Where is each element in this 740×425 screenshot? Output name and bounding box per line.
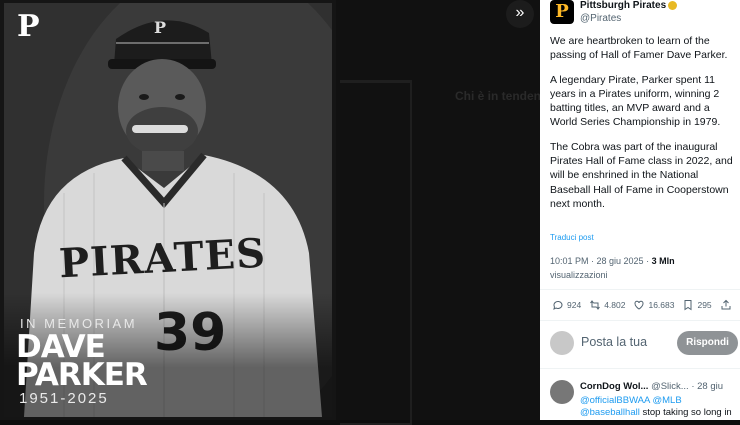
reply-action[interactable]: 924: [552, 299, 581, 311]
reply-count: 924: [567, 300, 582, 310]
comment-body: stop taking so long in: [639, 407, 732, 418]
views-label: visualizzazioni: [550, 270, 608, 280]
share-action[interactable]: [720, 299, 732, 311]
svg-text:P: P: [154, 18, 166, 37]
like-count: 16.683: [648, 300, 675, 310]
comment-handle[interactable]: @Slick...: [651, 381, 689, 392]
comment-mentions[interactable]: @officialBBWAA @MLB: [580, 395, 682, 406]
views-count: 3 Mln: [651, 256, 675, 266]
repost-icon: [590, 300, 601, 310]
comment-header: CornDog Wol... @Slick... · 28 giu: [580, 381, 723, 392]
tweet-paragraph: A legendary Pirate, Parker spent 11 year…: [550, 73, 721, 129]
comment-author[interactable]: CornDog Wol...: [580, 381, 648, 392]
author-name[interactable]: Pittsburgh Pirates: [580, 0, 666, 11]
action-bar: 924 4.802 16.683 295: [552, 299, 738, 311]
comment-time[interactable]: · 28 giu: [691, 381, 723, 392]
divider: [540, 368, 740, 369]
divider: [540, 320, 740, 321]
author-row[interactable]: Pittsburgh Pirates: [580, 0, 678, 11]
background-panel: [340, 80, 412, 425]
author-handle[interactable]: @Pirates: [580, 13, 621, 24]
verified-badge-icon: [668, 0, 678, 10]
life-years: 1951-2025: [19, 390, 109, 407]
tweet-panel: P Pittsburgh Pirates @Pirates We are hea…: [540, 0, 740, 420]
repost-action[interactable]: 4.802: [589, 299, 625, 311]
tweet-paragraph: We are heartbroken to learn of the passi…: [550, 35, 728, 62]
tweet-timestamp[interactable]: 10:01 PM · 28 giu 2025 ·: [550, 256, 652, 266]
reply-icon: [553, 300, 563, 310]
player-last-name: PARKER: [16, 357, 148, 393]
pirates-logo: P: [17, 9, 40, 44]
repost-count: 4.802: [604, 300, 626, 310]
tweet-text: We are heartbroken to learn of the passi…: [550, 34, 738, 221]
bookmark-action[interactable]: 295: [682, 299, 712, 311]
reply-input[interactable]: Posta la tua: [581, 335, 647, 349]
comment-text: @officialBBWAA @MLB @baseballhall stop t…: [580, 395, 732, 419]
background-heading: Chi è in tendenza: [455, 89, 554, 103]
tweet-paragraph: The Cobra was part of the inaugural Pira…: [550, 140, 733, 210]
like-action[interactable]: 16.683: [633, 299, 674, 311]
divider: [540, 289, 740, 290]
user-avatar[interactable]: [550, 331, 574, 355]
tweet-meta: 10:01 PM · 28 giu 2025 · 3 Mln visualizz…: [550, 254, 740, 282]
player-name: DAVE PARKER: [16, 332, 148, 393]
comment-mention-link[interactable]: @baseballhall: [580, 407, 640, 418]
heart-icon: [634, 300, 644, 310]
memorial-image[interactable]: P PIRATES 39 P IN MEMORIAM DAVE PA: [0, 0, 336, 420]
translate-link[interactable]: Traduci post: [550, 233, 594, 242]
expand-icon[interactable]: »: [506, 0, 534, 28]
share-icon: [721, 299, 731, 310]
memorial-photo: P PIRATES 39 P IN MEMORIAM DAVE PA: [4, 3, 332, 417]
bookmark-icon: [684, 300, 692, 311]
pirates-avatar[interactable]: P: [550, 0, 574, 24]
bookmark-count: 295: [697, 300, 712, 310]
reply-button[interactable]: Rispondi: [677, 331, 738, 355]
comment-avatar[interactable]: [550, 380, 574, 404]
